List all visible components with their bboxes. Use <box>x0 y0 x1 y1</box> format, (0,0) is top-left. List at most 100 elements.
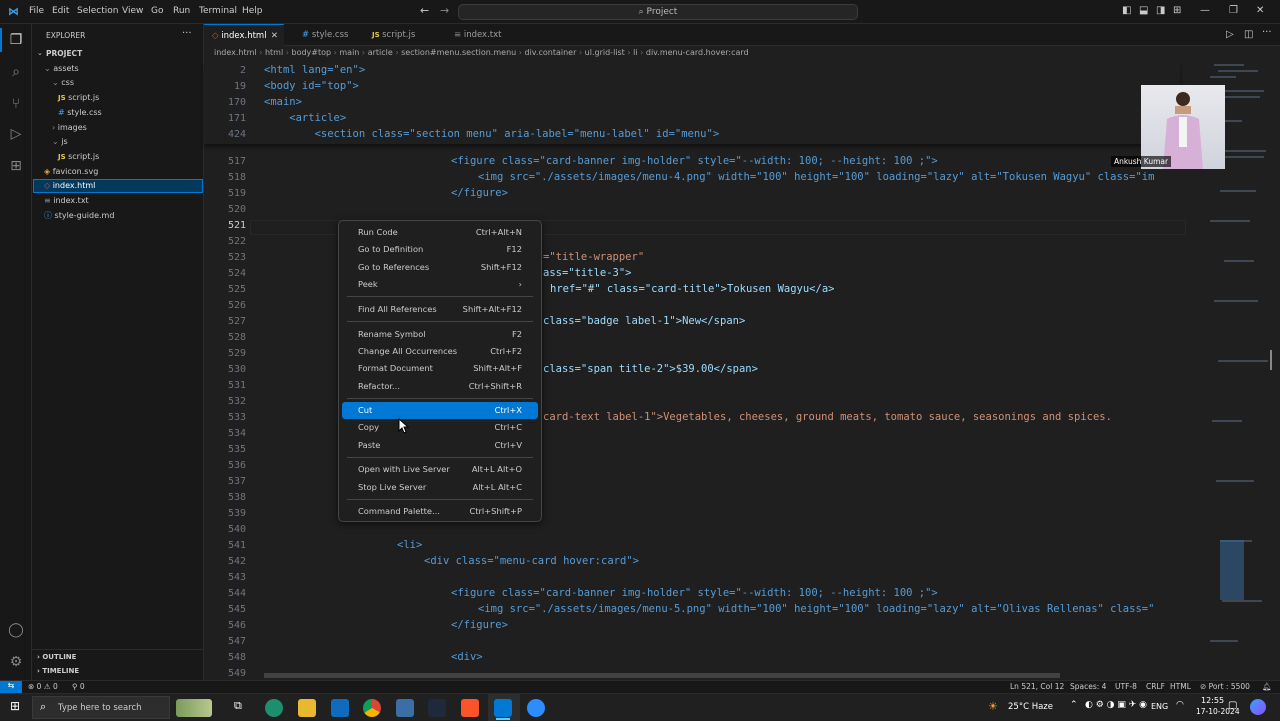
run-debug-icon[interactable]: ▷ <box>6 124 26 144</box>
cursor-position[interactable]: Ln 521, Col 12 <box>1010 682 1064 691</box>
ports-indicator[interactable]: ⚲ 0 <box>72 682 85 691</box>
toggle-panel-icon[interactable]: ⬓ <box>1139 5 1148 16</box>
tab-script-js[interactable]: JS script.js <box>364 24 423 46</box>
menu-change-all-occurrences[interactable]: Change All Occurrences Ctrl+F2 <box>342 343 538 360</box>
breadcrumb-item[interactable]: html <box>265 48 283 57</box>
explorer-icon[interactable]: ❐ <box>6 30 26 50</box>
notifications-icon[interactable]: 🔔︎ <box>1262 682 1272 691</box>
menu-rename-symbol[interactable]: Rename Symbol F2 <box>342 326 538 343</box>
file-explorer-icon[interactable] <box>298 699 316 717</box>
nav-back-icon[interactable]: ← <box>420 4 429 17</box>
menu-go-to-references[interactable]: Go to References Shift+F12 <box>342 259 538 276</box>
clock-time[interactable]: 12:55 <box>1201 696 1224 705</box>
menu-selection[interactable]: Selection <box>77 6 118 16</box>
breadcrumb-item[interactable]: article <box>368 48 393 57</box>
settings-gear-icon[interactable]: ⚙ <box>6 652 26 672</box>
close-window-icon[interactable]: ✕ <box>1256 5 1264 16</box>
nav-forward-icon[interactable]: → <box>440 4 449 17</box>
menu-open-live-server[interactable]: Open with Live Server Alt+L Alt+O <box>342 461 538 478</box>
tree-item-favicon[interactable]: ◈ favicon.svg <box>44 167 98 176</box>
network-icon[interactable]: ◠ <box>1176 700 1184 710</box>
menu-file[interactable]: File <box>29 6 44 16</box>
encoding[interactable]: UTF-8 <box>1115 682 1137 691</box>
sticky-scroll[interactable]: 2 19 170 171 424 <html lang="en"> <body … <box>204 62 1180 144</box>
tree-item-style-css[interactable]: # style.css <box>58 108 102 117</box>
tree-item-style-guide[interactable]: ⓘ style-guide.md <box>44 210 114 221</box>
tree-item-script-js[interactable]: JS script.js <box>58 93 99 102</box>
outline-section[interactable]: › OUTLINE <box>37 653 76 661</box>
menu-stop-live-server[interactable]: Stop Live Server Alt+L Alt+C <box>342 479 538 496</box>
run-icon[interactable]: ▷ <box>1226 29 1234 40</box>
tree-item-script-js-2[interactable]: JS script.js <box>58 152 99 161</box>
menu-view[interactable]: View <box>122 6 143 16</box>
split-editor-icon[interactable]: ◫ <box>1244 29 1253 40</box>
zoom-icon[interactable] <box>527 699 545 717</box>
menu-run[interactable]: Run <box>173 6 190 16</box>
windows-start-icon[interactable]: ⊞ <box>10 699 20 713</box>
toggle-secondary-sidebar-icon[interactable]: ◨ <box>1156 5 1165 16</box>
tree-item-index-txt[interactable]: ≡ index.txt <box>44 196 89 205</box>
menu-format-document[interactable]: Format Document Shift+Alt+F <box>342 360 538 377</box>
tree-item-index-html[interactable]: ◇ index.html <box>44 181 95 190</box>
tree-item-css[interactable]: ⌄ css <box>52 78 74 87</box>
chrome-icon[interactable] <box>363 699 381 717</box>
end-of-line[interactable]: CRLF <box>1146 682 1165 691</box>
task-view-icon[interactable]: ⧉ <box>234 699 242 713</box>
chat-icon[interactable]: ▢ <box>1228 700 1237 711</box>
chevron-down-icon[interactable]: ⌄ <box>37 49 43 57</box>
breadcrumb-item[interactable]: main <box>339 48 359 57</box>
edge-browser-icon[interactable] <box>265 699 283 717</box>
errors-indicator[interactable]: ⊗ 0 ⚠ 0 <box>28 682 58 691</box>
breadcrumb-item[interactable]: body#top <box>291 48 331 57</box>
command-center[interactable]: ⌕ Project <box>458 4 858 20</box>
tab-index-html[interactable]: ◇ index.html ✕ <box>204 24 284 46</box>
extensions-icon[interactable]: ⊞ <box>6 156 26 176</box>
breadcrumb-item[interactable]: ul.grid-list <box>585 48 625 57</box>
input-language[interactable]: ENG <box>1151 702 1168 711</box>
source-control-icon[interactable]: ⑂ <box>6 94 26 114</box>
copilot-icon[interactable] <box>1250 699 1266 715</box>
more-actions-icon[interactable]: ··· <box>1262 27 1272 38</box>
menu-cut[interactable]: Cut Ctrl+X <box>342 402 538 419</box>
tab-style-css[interactable]: # style.css <box>294 24 356 46</box>
vscode-taskbar-icon[interactable] <box>494 699 512 717</box>
taskbar-search[interactable]: ⌕ Type here to search <box>32 696 170 719</box>
horizontal-scrollbar[interactable] <box>264 673 1060 678</box>
menu-find-all-references[interactable]: Find All References Shift+Alt+F12 <box>342 301 538 318</box>
breadcrumb-item[interactable]: div.menu-card.hover:card <box>646 48 749 57</box>
close-tab-icon[interactable]: ✕ <box>271 25 278 47</box>
menu-help[interactable]: Help <box>242 6 263 16</box>
weather-text[interactable]: 25°C Haze <box>1008 702 1053 712</box>
menu-peek[interactable]: Peek › <box>342 276 538 293</box>
menu-go-to-definition[interactable]: Go to Definition F12 <box>342 241 538 258</box>
menu-refactor[interactable]: Refactor... Ctrl+Shift+R <box>342 378 538 395</box>
account-icon[interactable]: ◯ <box>6 620 26 640</box>
store-icon[interactable] <box>396 699 414 717</box>
breadcrumb-item[interactable]: section#menu.section.menu <box>401 48 516 57</box>
brave-browser-icon[interactable] <box>461 699 479 717</box>
tab-index-txt[interactable]: ≡ index.txt <box>446 24 509 46</box>
menu-command-palette[interactable]: Command Palette... Ctrl+Shift+P <box>342 503 538 520</box>
search-icon[interactable]: ⌕ <box>6 62 26 82</box>
menu-paste[interactable]: Paste Ctrl+V <box>342 437 538 454</box>
outlook-icon[interactable] <box>331 699 349 717</box>
restore-icon[interactable]: ❐ <box>1229 5 1238 16</box>
menu-terminal[interactable]: Terminal <box>199 6 237 16</box>
project-root[interactable]: PROJECT <box>46 49 82 58</box>
breadcrumb-item[interactable]: index.html <box>214 48 257 57</box>
live-server-port[interactable]: ⊘ Port : 5500 <box>1200 682 1250 691</box>
widgets-icon[interactable] <box>176 699 212 717</box>
customize-layout-icon[interactable]: ⊞ <box>1173 5 1181 16</box>
tree-item-images[interactable]: › images <box>52 123 87 132</box>
terminal-app-icon[interactable] <box>428 699 446 717</box>
menu-go[interactable]: Go <box>151 6 163 16</box>
more-actions-icon[interactable]: ··· <box>182 28 192 39</box>
menu-copy[interactable]: Copy Ctrl+C <box>342 419 538 436</box>
menu-run-code[interactable]: Run Code Ctrl+Alt+N <box>342 224 538 241</box>
minimize-icon[interactable]: — <box>1200 5 1210 16</box>
tray-icons[interactable]: ◐ ⚙ ◑ ▣ ✈ ◉ <box>1085 700 1147 710</box>
menu-edit[interactable]: Edit <box>52 6 69 16</box>
toggle-sidebar-icon[interactable]: ◧ <box>1122 5 1131 16</box>
indentation[interactable]: Spaces: 4 <box>1070 682 1106 691</box>
chevron-up-icon[interactable]: ⌃ <box>1070 700 1078 710</box>
